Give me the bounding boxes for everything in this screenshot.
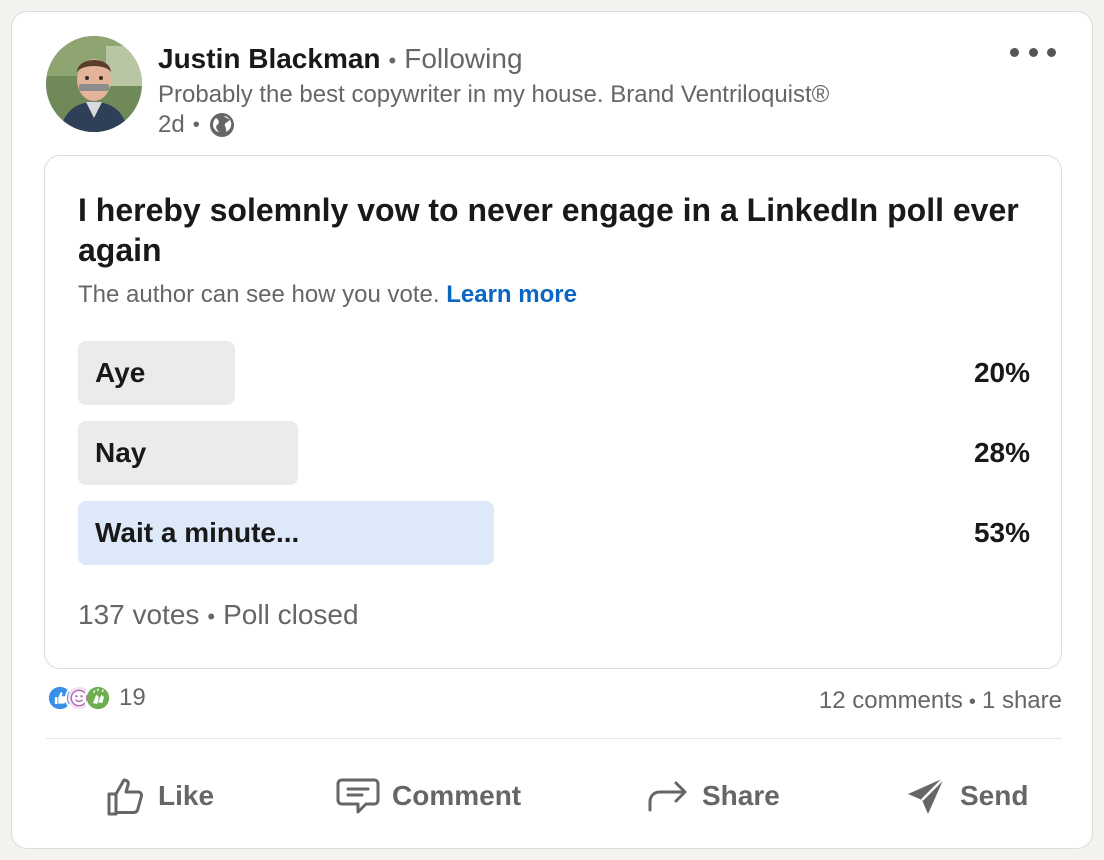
separator-dot: • (192, 114, 200, 136)
share-label: Share (702, 780, 780, 811)
author-line: Justin Blackman • Following (158, 42, 523, 78)
separator-dot: • (968, 691, 976, 713)
comment-icon (336, 778, 380, 814)
poll-option-label: Nay (95, 437, 147, 468)
poll-option-label: Aye (95, 357, 146, 388)
post-meta: 2d • (158, 110, 236, 140)
author-name[interactable]: Justin Blackman (158, 43, 381, 74)
poll-option-label: Wait a minute... (95, 517, 300, 548)
social-counts: 19 12 comments • 1 share (46, 684, 1062, 720)
comment-label: Comment (392, 780, 522, 811)
post-card: Justin Blackman • Following Probably the b… (11, 11, 1093, 849)
celebrate-reaction-icon (84, 684, 112, 712)
action-bar: Like Comment Share Send (46, 760, 1062, 832)
poll-option[interactable]: Wait a minute... 53% (78, 501, 1030, 565)
author-headline: Probably the best copywriter in my house… (158, 81, 830, 108)
poll-notice: The author can see how you vote. Learn m… (78, 280, 577, 310)
more-dot (1010, 47, 1019, 57)
more-dot (1028, 47, 1038, 57)
like-label: Like (158, 780, 215, 811)
share-button[interactable]: Share (646, 760, 780, 832)
poll-option[interactable]: Aye 20% (78, 341, 1030, 405)
avatar[interactable] (46, 36, 142, 132)
globe-icon (208, 111, 236, 139)
separator-dot: • (207, 604, 216, 629)
learn-more-link[interactable]: Learn more (446, 281, 577, 308)
divider (46, 738, 1062, 739)
comment-button[interactable]: Comment (336, 760, 521, 832)
following-status[interactable]: Following (404, 43, 522, 74)
reaction-count: 19 (119, 684, 146, 711)
share-arrow-icon (648, 781, 687, 812)
send-icon (908, 777, 945, 814)
poll-footer: 137 votes • Poll closed (78, 598, 359, 634)
poll-question: I hereby solemnly vow to never engage in… (78, 192, 1019, 268)
poll-container: I hereby solemnly vow to never engage in… (44, 155, 1062, 669)
separator-dot: • (388, 48, 397, 73)
send-button[interactable]: Send (904, 760, 1028, 832)
engagement-counts: 12 comments • 1 share (819, 686, 1062, 717)
like-button[interactable]: Like (106, 760, 214, 832)
poll-option-percent: 28% (973, 437, 1030, 468)
poll-status: Poll closed (223, 599, 359, 630)
poll-option[interactable]: Nay 28% (78, 421, 1030, 485)
more-options-icon[interactable] (1010, 40, 1056, 64)
post-time: 2d (158, 111, 185, 138)
poll-option-percent: 20% (973, 357, 1030, 388)
poll-votes[interactable]: 137 votes (78, 599, 199, 630)
poll-notice-text: The author can see how you vote. (78, 281, 440, 308)
comments-count[interactable]: 12 comments (819, 687, 963, 714)
thumbs-up-icon (107, 778, 144, 816)
poll-option-percent: 53% (973, 517, 1030, 548)
send-label: Send (960, 780, 1029, 811)
shares-count[interactable]: 1 share (982, 687, 1062, 714)
reactions-summary[interactable]: 19 (46, 684, 146, 712)
more-dot (1047, 47, 1056, 57)
